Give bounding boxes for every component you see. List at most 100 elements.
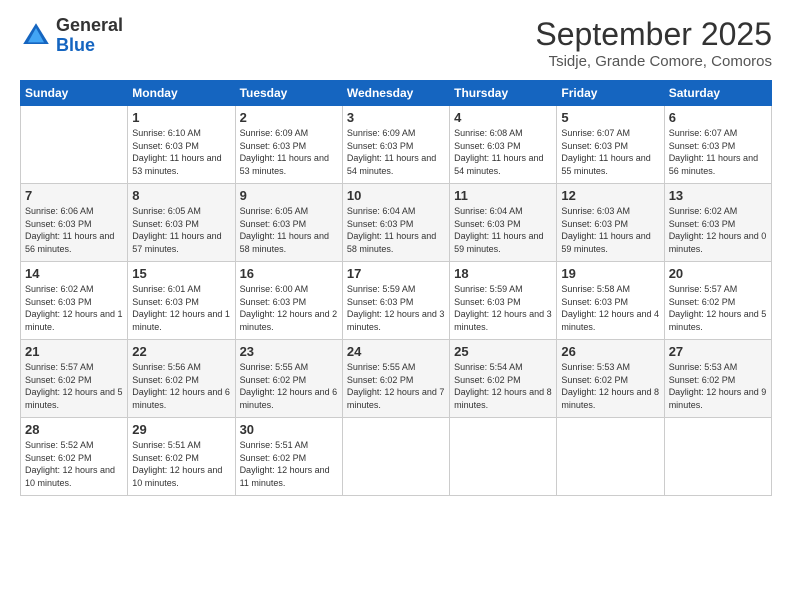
title-block: September 2025 Tsidje, Grande Comore, Co… [535, 16, 772, 70]
day-cell: 19Sunrise: 5:58 AM Sunset: 6:03 PM Dayli… [557, 262, 664, 340]
day-number: 4 [454, 110, 552, 125]
day-number: 15 [132, 266, 230, 281]
day-info: Sunrise: 6:03 AM Sunset: 6:03 PM Dayligh… [561, 205, 659, 255]
day-cell: 23Sunrise: 5:55 AM Sunset: 6:02 PM Dayli… [235, 340, 342, 418]
day-cell [557, 418, 664, 496]
day-number: 30 [240, 422, 338, 437]
day-cell: 13 Sunrise: 6:02 AM Sunset: 6:03 PM Dayli… [664, 184, 771, 262]
day-cell: 4Sunrise: 6:08 AM Sunset: 6:03 PM Daylig… [450, 106, 557, 184]
day-cell: 1 Sunrise: 6:10 AM Sunset: 6:03 PM Daylig… [128, 106, 235, 184]
col-header-friday: Friday [557, 81, 664, 106]
day-number: 14 [25, 266, 123, 281]
day-info: Sunrise: 5:57 AM Sunset: 6:02 PM Dayligh… [669, 283, 767, 333]
day-number: 27 [669, 344, 767, 359]
day-info: Sunrise: 5:51 AM Sunset: 6:02 PM Dayligh… [132, 439, 230, 489]
day-info: Sunrise: 6:09 AM Sunset: 6:03 PM Dayligh… [240, 127, 338, 177]
day-number: 21 [25, 344, 123, 359]
day-info: Sunrise: 5:55 AM Sunset: 6:02 PM Dayligh… [347, 361, 445, 411]
day-info: Sunrise: 6:05 AM Sunset: 6:03 PM Dayligh… [132, 205, 230, 255]
day-number: 3 [347, 110, 445, 125]
subtitle: Tsidje, Grande Comore, Comoros [535, 53, 772, 70]
col-header-monday: Monday [128, 81, 235, 106]
day-number: 23 [240, 344, 338, 359]
day-number: 13 [669, 188, 767, 203]
day-cell: 15 Sunrise: 6:01 AM Sunset: 6:03 PM Dayli… [128, 262, 235, 340]
day-info: Sunrise: 5:53 AM Sunset: 6:02 PM Dayligh… [561, 361, 659, 411]
day-cell: 22 Sunrise: 5:56 AM Sunset: 6:02 PM Dayli… [128, 340, 235, 418]
day-number: 16 [240, 266, 338, 281]
logo-general: General [56, 16, 123, 36]
day-number: 7 [25, 188, 123, 203]
week-row-2: 7 Sunrise: 6:06 AM Sunset: 6:03 PM Daylig… [21, 184, 772, 262]
day-info: Sunrise: 6:07 AM Sunset: 6:03 PM Dayligh… [669, 127, 767, 177]
day-info: Sunrise: 6:02 AM Sunset: 6:03 PM Dayligh… [25, 283, 123, 333]
logo-icon [20, 20, 52, 52]
day-cell: 29 Sunrise: 5:51 AM Sunset: 6:02 PM Dayli… [128, 418, 235, 496]
day-cell: 17Sunrise: 5:59 AM Sunset: 6:03 PM Dayli… [342, 262, 449, 340]
day-number: 6 [669, 110, 767, 125]
week-row-4: 21 Sunrise: 5:57 AM Sunset: 6:02 PM Dayli… [21, 340, 772, 418]
day-cell: 25 Sunrise: 5:54 AM Sunset: 6:02 PM Dayli… [450, 340, 557, 418]
day-cell [342, 418, 449, 496]
day-number: 29 [132, 422, 230, 437]
day-info: Sunrise: 6:04 AM Sunset: 6:03 PM Dayligh… [347, 205, 445, 255]
day-cell: 30 Sunrise: 5:51 AM Sunset: 6:02 PM Dayli… [235, 418, 342, 496]
day-info: Sunrise: 5:54 AM Sunset: 6:02 PM Dayligh… [454, 361, 552, 411]
day-number: 22 [132, 344, 230, 359]
logo: General Blue [20, 16, 123, 56]
day-cell: 26 Sunrise: 5:53 AM Sunset: 6:02 PM Dayli… [557, 340, 664, 418]
day-number: 12 [561, 188, 659, 203]
day-cell [664, 418, 771, 496]
day-number: 2 [240, 110, 338, 125]
day-cell: 16Sunrise: 6:00 AM Sunset: 6:03 PM Dayli… [235, 262, 342, 340]
day-number: 11 [454, 188, 552, 203]
day-cell: 11 Sunrise: 6:04 AM Sunset: 6:03 PM Dayli… [450, 184, 557, 262]
day-cell: 21 Sunrise: 5:57 AM Sunset: 6:02 PM Dayli… [21, 340, 128, 418]
col-header-tuesday: Tuesday [235, 81, 342, 106]
day-cell: 20 Sunrise: 5:57 AM Sunset: 6:02 PM Dayli… [664, 262, 771, 340]
day-info: Sunrise: 5:57 AM Sunset: 6:02 PM Dayligh… [25, 361, 123, 411]
day-info: Sunrise: 5:58 AM Sunset: 6:03 PM Dayligh… [561, 283, 659, 333]
col-header-thursday: Thursday [450, 81, 557, 106]
day-info: Sunrise: 6:10 AM Sunset: 6:03 PM Dayligh… [132, 127, 230, 177]
day-number: 5 [561, 110, 659, 125]
col-header-sunday: Sunday [21, 81, 128, 106]
day-info: Sunrise: 5:52 AM Sunset: 6:02 PM Dayligh… [25, 439, 123, 489]
day-info: Sunrise: 5:51 AM Sunset: 6:02 PM Dayligh… [240, 439, 338, 489]
day-number: 28 [25, 422, 123, 437]
month-title: September 2025 [535, 16, 772, 53]
header: General Blue September 2025 Tsidje, Gran… [20, 16, 772, 70]
day-number: 20 [669, 266, 767, 281]
week-row-3: 14 Sunrise: 6:02 AM Sunset: 6:03 PM Dayli… [21, 262, 772, 340]
day-info: Sunrise: 6:02 AM Sunset: 6:03 PM Dayligh… [669, 205, 767, 255]
day-number: 17 [347, 266, 445, 281]
day-cell: 18Sunrise: 5:59 AM Sunset: 6:03 PM Dayli… [450, 262, 557, 340]
day-cell: 3 Sunrise: 6:09 AM Sunset: 6:03 PM Daylig… [342, 106, 449, 184]
day-info: Sunrise: 6:01 AM Sunset: 6:03 PM Dayligh… [132, 283, 230, 333]
week-row-1: 1 Sunrise: 6:10 AM Sunset: 6:03 PM Daylig… [21, 106, 772, 184]
day-info: Sunrise: 6:04 AM Sunset: 6:03 PM Dayligh… [454, 205, 552, 255]
day-info: Sunrise: 5:53 AM Sunset: 6:02 PM Dayligh… [669, 361, 767, 411]
day-info: Sunrise: 6:09 AM Sunset: 6:03 PM Dayligh… [347, 127, 445, 177]
day-number: 1 [132, 110, 230, 125]
day-cell: 7 Sunrise: 6:06 AM Sunset: 6:03 PM Daylig… [21, 184, 128, 262]
day-number: 26 [561, 344, 659, 359]
day-info: Sunrise: 6:07 AM Sunset: 6:03 PM Dayligh… [561, 127, 659, 177]
day-number: 18 [454, 266, 552, 281]
day-number: 10 [347, 188, 445, 203]
day-number: 9 [240, 188, 338, 203]
day-cell: 10 Sunrise: 6:04 AM Sunset: 6:03 PM Dayli… [342, 184, 449, 262]
day-info: Sunrise: 5:56 AM Sunset: 6:02 PM Dayligh… [132, 361, 230, 411]
day-cell [450, 418, 557, 496]
day-cell: 8Sunrise: 6:05 AM Sunset: 6:03 PM Daylig… [128, 184, 235, 262]
week-row-5: 28 Sunrise: 5:52 AM Sunset: 6:02 PM Dayli… [21, 418, 772, 496]
day-info: Sunrise: 6:05 AM Sunset: 6:03 PM Dayligh… [240, 205, 338, 255]
day-number: 24 [347, 344, 445, 359]
col-header-wednesday: Wednesday [342, 81, 449, 106]
day-cell: 28 Sunrise: 5:52 AM Sunset: 6:02 PM Dayli… [21, 418, 128, 496]
day-cell: 24 Sunrise: 5:55 AM Sunset: 6:02 PM Dayli… [342, 340, 449, 418]
day-info: Sunrise: 6:06 AM Sunset: 6:03 PM Dayligh… [25, 205, 123, 255]
page: General Blue September 2025 Tsidje, Gran… [0, 0, 792, 612]
day-number: 25 [454, 344, 552, 359]
calendar-table: SundayMondayTuesdayWednesdayThursdayFrid… [20, 80, 772, 496]
